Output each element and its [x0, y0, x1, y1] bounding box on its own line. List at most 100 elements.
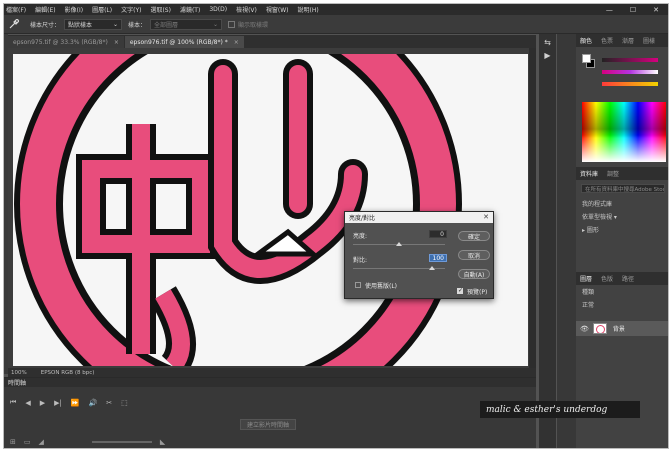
menu-window[interactable]: 視窗(W)	[266, 5, 289, 14]
vertical-scrollbar[interactable]	[529, 48, 536, 368]
sample-size-select[interactable]: 點狀樣本 ⌄	[64, 18, 123, 30]
preview-label: 預覽(P)	[467, 289, 488, 296]
close-tab-icon[interactable]: ×	[114, 39, 119, 46]
collapsed-panels-strip	[557, 34, 576, 448]
status-bar: 100% EPSON RGB (8 bpc)	[8, 368, 536, 377]
chevron-down-icon: ⌄	[112, 20, 119, 28]
tab-libraries[interactable]: 資料庫	[580, 169, 598, 178]
maximize-icon[interactable]: ☐	[630, 6, 636, 14]
layer-name: 背景	[612, 326, 625, 333]
layer-background[interactable]: 👁 背景	[576, 321, 668, 336]
layer-filter-kind[interactable]: 種類	[576, 285, 668, 298]
frame-icon[interactable]: ▭	[24, 438, 31, 446]
layer-thumbnail	[592, 323, 607, 334]
dialog-title: 亮度/對比	[349, 215, 376, 222]
document-image[interactable]	[13, 54, 528, 366]
color-spectrum[interactable]	[582, 102, 666, 162]
swap-icon[interactable]: ⇆	[539, 38, 556, 47]
foreground-color-swatch[interactable]	[582, 54, 591, 63]
zoom-in-icon[interactable]: ◣	[160, 438, 165, 446]
canvas-area[interactable]	[8, 48, 536, 368]
tab-paths[interactable]: 路徑	[622, 274, 634, 283]
tab-channels[interactable]: 色版	[601, 274, 613, 283]
tab-adjustments[interactable]: 調整	[607, 169, 619, 178]
menu-help[interactable]: 說明(H)	[298, 5, 319, 14]
menu-type[interactable]: 文字(Y)	[121, 5, 141, 14]
tab-layers[interactable]: 圖層	[580, 274, 592, 283]
watermark-caption: malic & esther's underdog	[480, 401, 640, 418]
menu-view[interactable]: 檢視(V)	[236, 5, 257, 14]
zoom-level[interactable]: 100%	[11, 370, 27, 376]
sample-size-label: 樣本尺寸：	[30, 21, 61, 29]
eyedropper-icon[interactable]	[8, 18, 20, 30]
audio-icon[interactable]: 🔊	[89, 399, 98, 407]
eye-icon[interactable]: 👁	[580, 325, 589, 333]
first-frame-icon[interactable]: ⏮	[10, 398, 16, 407]
menu-3d[interactable]: 3D(D)	[209, 6, 227, 13]
ok-button[interactable]: 確定	[458, 231, 490, 241]
timeline-panel: 時間軸 ⏮ ◀ ▶ ▶| ⏩ 🔊 ✂ ⬚ 建立影片時間軸 ⊞ ▭ ◢ ◣	[4, 377, 536, 448]
timeline-title: 時間軸	[4, 378, 536, 387]
brightness-input[interactable]: 0	[429, 230, 447, 238]
grid-icon[interactable]: ⊞	[10, 438, 16, 446]
tab-color[interactable]: 顏色	[580, 36, 592, 45]
tab-patterns[interactable]: 圖樣	[643, 36, 655, 45]
color-slider-b[interactable]	[602, 82, 658, 86]
stock-search-input[interactable]: 在所有資料庫中搜尋Adobe Stock	[581, 184, 665, 193]
close-icon[interactable]: ✕	[483, 213, 489, 221]
zoom-out-icon[interactable]: ◢	[39, 438, 44, 446]
view-by-type[interactable]: 依單型檢視 ▾	[576, 210, 668, 223]
brightness-slider-thumb[interactable]	[396, 242, 402, 246]
scissors-icon[interactable]: ✂	[106, 399, 112, 407]
menu-select[interactable]: 選取(S)	[150, 5, 171, 14]
menu-image[interactable]: 影像(I)	[65, 5, 83, 14]
options-bar: 樣本尺寸： 點狀樣本 ⌄ 樣本： 全部圖層 ⌄ 顯示取樣環	[4, 15, 668, 34]
drawing-image	[13, 54, 528, 366]
tab-epson975[interactable]: epson975.tif @ 33.3% (RGB/8*) ×	[8, 36, 124, 48]
color-slider-g[interactable]	[602, 70, 658, 74]
sample-label: 樣本：	[128, 21, 147, 29]
tab-epson976[interactable]: epson976.tif @ 100% (RGB/8*) * ×	[124, 36, 244, 48]
color-slider-r[interactable]	[602, 58, 658, 62]
tab-swatches[interactable]: 色票	[601, 36, 613, 45]
timeline-controls: ⏮ ◀ ▶ ▶| ⏩ 🔊 ✂ ⬚	[10, 398, 137, 407]
contrast-input[interactable]: 100	[429, 254, 447, 262]
create-video-timeline-button[interactable]: 建立影片時間軸	[240, 419, 297, 430]
auto-button[interactable]: 自動(A)	[458, 269, 490, 279]
timeline-footer: ⊞ ▭ ◢ ◣	[10, 438, 173, 446]
sampling-ring-checkbox[interactable]	[228, 20, 236, 28]
document-tabs: epson975.tif @ 33.3% (RGB/8*) × epson976.…	[8, 35, 536, 48]
tab-gradients[interactable]: 漸層	[622, 36, 634, 45]
doc-info[interactable]: EPSON RGB (8 bpc)	[41, 370, 95, 376]
menu-file[interactable]: 檔案(F)	[6, 5, 26, 14]
menu-filter[interactable]: 濾鏡(T)	[180, 5, 200, 14]
play-icon[interactable]: ▶	[40, 399, 45, 407]
graphics-group[interactable]: ▸ 圖形	[576, 223, 668, 236]
menu-layer[interactable]: 圖層(L)	[92, 5, 112, 14]
menu-bar: 檔案(F) 編輯(E) 影像(I) 圖層(L) 文字(Y) 選取(S) 濾鏡(T…	[4, 4, 668, 15]
close-icon[interactable]: ✕	[653, 6, 659, 14]
cancel-button[interactable]: 取消	[458, 250, 490, 260]
panel-dock-strip: ⇆ ▶	[539, 34, 556, 448]
blend-mode-select[interactable]: 正常	[576, 298, 668, 311]
timeline-zoom-slider[interactable]	[91, 441, 152, 443]
fast-forward-icon[interactable]: ⏩	[71, 399, 80, 407]
dialog-title-bar[interactable]: 亮度/對比 ✕	[345, 212, 493, 223]
sampling-ring-label: 顯示取樣環	[238, 21, 269, 29]
contrast-slider-thumb[interactable]	[429, 266, 436, 270]
my-library-item[interactable]: 我的程式庫	[576, 197, 668, 210]
transition-icon[interactable]: ⬚	[121, 399, 128, 407]
right-panels: 顏色 色票 漸層 圖樣 資料庫 調整 在所有資料庫中搜尋Adobe Stock …	[576, 34, 668, 448]
menu-edit[interactable]: 編輯(E)	[35, 5, 55, 14]
close-tab-icon[interactable]: ×	[234, 39, 239, 46]
brightness-label: 亮度:	[353, 233, 368, 240]
preview-checkbox[interactable]	[457, 287, 463, 294]
contrast-label: 對比:	[353, 257, 368, 264]
libraries-panel: 資料庫 調整 在所有資料庫中搜尋Adobe Stock 我的程式庫 依單型檢視 …	[576, 167, 668, 236]
prev-frame-icon[interactable]: ◀	[25, 399, 30, 407]
use-legacy-checkbox[interactable]	[355, 282, 361, 288]
next-frame-icon[interactable]: ▶|	[54, 399, 62, 407]
play-action-icon[interactable]: ▶	[539, 51, 556, 60]
sample-select[interactable]: 全部圖層 ⌄	[150, 18, 223, 30]
minimize-icon[interactable]: —	[606, 6, 613, 14]
